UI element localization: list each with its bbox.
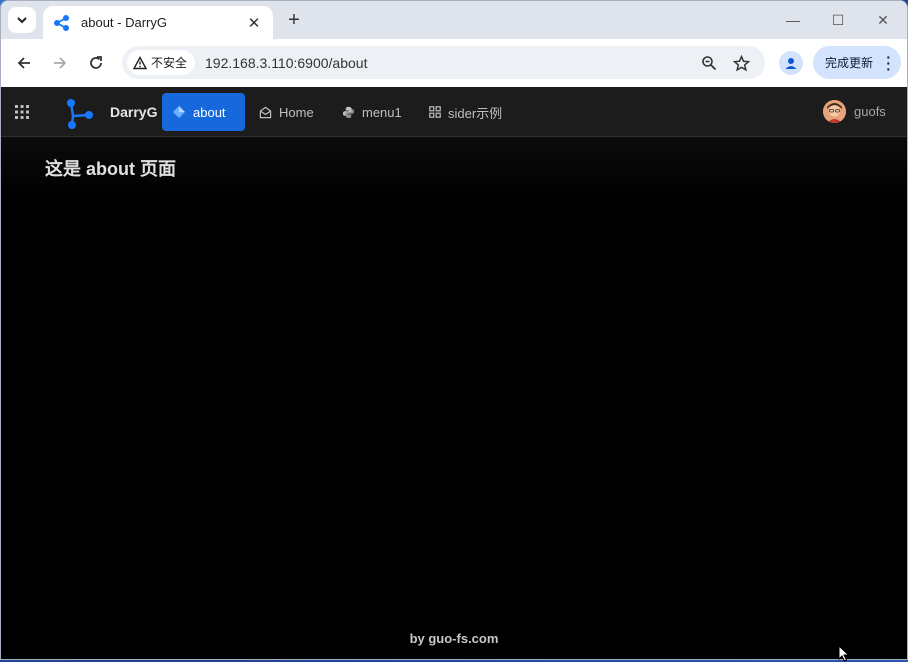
zoom-button[interactable] (698, 52, 720, 74)
minimize-button[interactable]: — (782, 9, 804, 31)
grid-icon (429, 106, 441, 118)
update-button-label: 完成更新 (825, 56, 874, 70)
security-chip[interactable]: 不安全 (127, 50, 196, 75)
profile-button[interactable] (779, 51, 803, 75)
forward-button[interactable] (48, 51, 72, 75)
menu-item-label: sider示例 (448, 105, 503, 121)
menu-item-home[interactable]: Home (249, 93, 324, 131)
page-title: 这是 about 页面 (45, 159, 176, 179)
footer-text: by guo-fs.com (409, 631, 499, 646)
tab-search-button[interactable] (8, 7, 36, 33)
reload-icon (90, 56, 102, 69)
url-text[interactable]: 192.168.3.110:6900/about (205, 55, 367, 71)
mail-icon (259, 106, 272, 119)
browser-toolbar: 不安全 192.168.3.110:6900/about 完成更新 · · · (1, 39, 907, 87)
tab-title: about - DarryG (81, 15, 167, 30)
tab-close-icon[interactable]: ✕ (245, 14, 263, 32)
maximize-button[interactable]: ☐ (827, 9, 849, 31)
user-name: guofs (854, 104, 886, 119)
update-button[interactable]: 完成更新 · · · (813, 46, 901, 79)
menu-item-sider[interactable]: sider示例 (419, 93, 512, 131)
menu-item-about[interactable]: about (162, 93, 245, 131)
logo-icon[interactable] (63, 97, 95, 129)
security-label: 不安全 (151, 56, 188, 70)
python-icon (342, 106, 355, 119)
chevron-down-icon (17, 17, 27, 24)
menu-item-label: menu1 (362, 104, 402, 120)
address-bar[interactable]: 不安全 192.168.3.110:6900/about (122, 46, 765, 79)
app-header: DarryG about Home menu1 sider示例 guofs (1, 87, 907, 137)
apps-grid-icon[interactable] (14, 104, 30, 120)
arrow-left-icon (17, 57, 30, 69)
diamond-icon (172, 105, 186, 119)
zoom-icon (702, 56, 717, 71)
menu-item-label: about (193, 104, 226, 120)
more-menu-icon[interactable]: · · · (886, 50, 891, 76)
close-window-button[interactable]: ✕ (872, 9, 894, 31)
arrow-right-icon (54, 57, 67, 69)
warning-icon (133, 55, 147, 69)
bookmark-button[interactable] (730, 52, 752, 74)
mouse-cursor-icon (838, 645, 850, 662)
tab-strip: about - DarryG ✕ + — ☐ ✕ (1, 1, 907, 39)
back-button[interactable] (12, 51, 36, 75)
brand-name[interactable]: DarryG (110, 104, 157, 120)
browser-window: about - DarryG ✕ + — ☐ ✕ 不安全 192.168.3.1… (0, 0, 908, 660)
menu-item-menu1[interactable]: menu1 (332, 93, 412, 131)
menu-item-label: Home (279, 104, 314, 120)
page-content: DarryG about Home menu1 sider示例 guofs 这是… (1, 87, 907, 659)
person-icon (785, 58, 797, 69)
reload-button[interactable] (84, 51, 108, 75)
avatar (823, 100, 846, 123)
user-menu[interactable]: guofs (823, 100, 886, 123)
browser-tab[interactable]: about - DarryG ✕ (43, 6, 273, 39)
star-icon (732, 54, 750, 71)
share-favicon-icon (54, 14, 69, 31)
new-tab-button[interactable]: + (283, 9, 305, 31)
